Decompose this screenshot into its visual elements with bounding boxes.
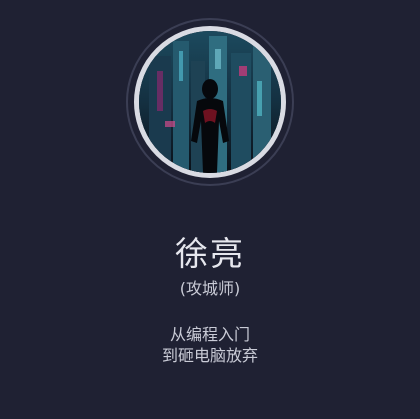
profile-name: 徐亮 — [175, 234, 245, 273]
motto-line-1: 从编程入门 — [169, 325, 250, 344]
spiderman-city-avatar-icon — [139, 31, 281, 173]
profile-role: (攻城师) — [179, 279, 241, 298]
motto-line-2: 到砸电脑放弃 — [161, 346, 258, 365]
profile-card: 徐亮 (攻城师) 从编程入门 到砸电脑放弃 — [0, 0, 420, 419]
profile-motto: 从编程入门 到砸电脑放弃 — [0, 324, 420, 366]
avatar[interactable] — [134, 26, 286, 178]
